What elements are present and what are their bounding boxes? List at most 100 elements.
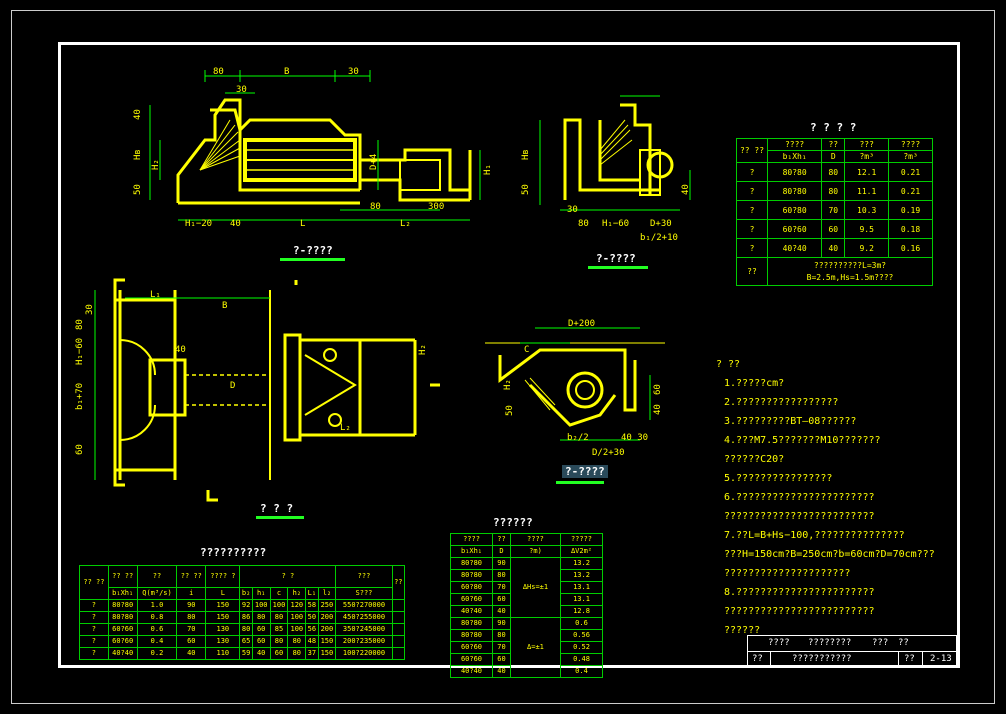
tr-r1c1: 80?80 (766, 181, 823, 201)
tr-foot-note: ??????????L=3m? B=2.5m,Hs=1.5m???? (767, 257, 933, 286)
title-block: ???? ???????? ??? ?? ?? ??????????? ?? 2… (747, 635, 957, 667)
tb-r2d: 2-13 (930, 654, 952, 664)
plan-D: D (230, 381, 235, 391)
tr-h1: ?? (821, 138, 846, 151)
bl-r1c11: 450?255000 (335, 611, 393, 624)
bl-r4c0: ? (79, 647, 109, 660)
tr-r0c0: ? (736, 162, 768, 182)
bm-r2c1: 70 (492, 581, 511, 594)
bl-r3c10: 150 (317, 635, 337, 648)
bl-h6: ??? (335, 565, 393, 588)
bl-s10: l₂ (317, 587, 337, 600)
bl-h0: ?? ?? (79, 565, 109, 600)
bl-r1c9: 50 (305, 611, 319, 624)
tr-s2: ?m³ (844, 150, 890, 163)
bl-r2c1: 60?60 (107, 623, 138, 636)
bm-r1c1: 80 (492, 569, 511, 582)
bm-r9c2: 0.4 (559, 665, 604, 678)
bl-r0c7: 100 (269, 599, 289, 612)
tr-r2c0: ? (736, 200, 768, 220)
tr-r4c1: 40?40 (766, 238, 823, 258)
bl-r2c12 (391, 623, 406, 636)
tr-s0: b₁Xh₁ (766, 150, 823, 163)
dim-top-30a: 30 (348, 67, 359, 77)
sect-50: 50 (505, 405, 515, 416)
note-line: ????????????????????? (724, 568, 851, 579)
bl-r1c1: 80?80 (107, 611, 138, 624)
bl-s6: h₁ (251, 587, 271, 600)
bl-r0c6: 100 (251, 599, 271, 612)
plan-view (94, 278, 440, 502)
tb-r2a: ?? (752, 654, 763, 664)
side-view (539, 95, 691, 211)
bm-r9c1: 40 (492, 665, 511, 678)
tr-h0: ???? (766, 138, 823, 151)
tr-r4c3: 9.2 (844, 238, 890, 258)
sect-H2: H₂ (503, 379, 513, 390)
tr-r2c3: 10.3 (844, 200, 890, 220)
sect-40: 40 (653, 404, 663, 415)
table-tr-title: ? ? ? ? (810, 121, 857, 134)
bm-s2: ?m) (509, 545, 561, 558)
note-line: 1.?????cm? (724, 378, 785, 389)
bm-r6c2: 0.56 (559, 629, 604, 642)
bl-r1c8: 100 (287, 611, 307, 624)
side-Hb: Hв (521, 149, 531, 160)
dim-top-80: 80 (213, 67, 224, 77)
tb-r2b: ??????????? (792, 654, 852, 664)
bm-h1: ?? (492, 533, 511, 546)
sect-40-30: 40 30 (621, 433, 648, 443)
bl-r0c5: 92 (239, 599, 253, 612)
note-line: 5.???????????????? (724, 473, 833, 484)
plan-H1-60-top: H₁−60 (75, 338, 85, 365)
bm-r8c2: 0.48 (559, 653, 604, 666)
tr-r3c1: 60?60 (766, 219, 823, 239)
side-80: 80 (578, 219, 589, 229)
bl-s0: b₁Xh₁ (107, 587, 138, 600)
bl-h4: ???? ? (205, 565, 241, 588)
plan-label-underline (256, 516, 304, 519)
dim-top-30b: 30 (236, 85, 247, 95)
bm-r1c0: 80?80 (450, 569, 493, 582)
bm-r0c1: 90 (492, 557, 511, 570)
tb-r1b: ???????? (808, 638, 852, 648)
plan-60: 60 (75, 444, 85, 455)
bl-r1c0: ? (79, 611, 109, 624)
elevation-label-underline (280, 258, 345, 261)
plan-L2: L₂ (340, 423, 351, 433)
dim-Hb: Hв (133, 149, 143, 160)
bl-r4c7: 60 (269, 647, 289, 660)
bm-group2: Δ=±1 (509, 617, 561, 678)
bm-r7c2: 0.52 (559, 641, 604, 654)
elevation-view (149, 70, 481, 221)
bl-r0c12 (391, 599, 406, 612)
tr-foot-label: ?? (736, 257, 768, 286)
table-bl-title: ?????????? (200, 546, 267, 559)
bl-r2c11: 350?245000 (335, 623, 393, 636)
tr-r3c2: 60 (821, 219, 846, 239)
bl-r3c9: 48 (305, 635, 319, 648)
bl-r0c0: ? (79, 599, 109, 612)
bm-r0c2: 13.2 (559, 557, 604, 570)
bm-r2c0: 60?80 (450, 581, 493, 594)
tb-divider (770, 651, 771, 667)
bm-r3c1: 60 (492, 593, 511, 606)
table-tr: ?? ?? ???? ?? ??? ???? b₁Xh₁ D ?m³ ?m³ ?… (736, 138, 933, 286)
note-line: 3.?????????BT—08?????? (724, 416, 857, 427)
bl-r3c4: 130 (205, 635, 241, 648)
bl-r3c2: 0.4 (136, 635, 178, 648)
title-block-row1: ???? ???????? ??? ?? (748, 636, 956, 652)
tb-divider (922, 651, 923, 667)
note-line: 7.??L=B+Hs−100,??????????????? (724, 530, 905, 541)
bl-r3c7: 80 (269, 635, 289, 648)
bl-r1c7: 80 (269, 611, 289, 624)
bl-r3c0: ? (79, 635, 109, 648)
bl-r0c10: 250 (317, 599, 337, 612)
note-line: ????????????????????????? (724, 511, 875, 522)
bm-r5c1: 90 (492, 617, 511, 630)
bl-r4c11: 100?220000 (335, 647, 393, 660)
bm-r8c0: 60?60 (450, 653, 493, 666)
bl-s8: h₂ (287, 587, 307, 600)
dim-40: 40 (230, 219, 241, 229)
bl-r1c3: 80 (176, 611, 207, 624)
